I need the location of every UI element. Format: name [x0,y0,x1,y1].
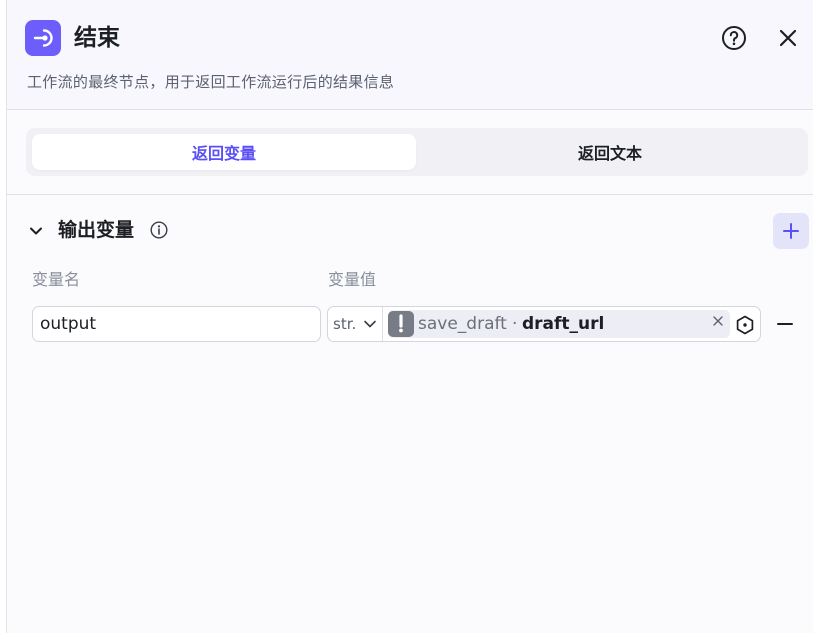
chevron-down-icon [364,320,376,328]
variable-value-field: str. save_draft · draft_url [327,306,761,342]
section-title: 输出变量 [58,219,135,241]
type-select[interactable]: str. [328,307,383,341]
node-title: 结束 [74,25,120,51]
variable-reference-tag[interactable]: save_draft · draft_url [388,310,730,338]
panel-header: 结束 工作流的最终节点，用于返回工作流运行后的结果信息 [7,0,813,110]
question-circle-icon[interactable] [721,25,747,51]
end-node-panel: 结束 工作流的最终节点，用于返回工作流运行后的结果信息 返回变量 返回文本 输出… [6,0,813,633]
section-divider [7,194,813,195]
node-description: 工作流的最终节点，用于返回工作流运行后的结果信息 [27,73,395,91]
column-label-value: 变量值 [328,270,377,289]
minus-icon[interactable] [775,314,795,334]
add-variable-button[interactable] [773,213,809,249]
reference-node-name: save_draft [418,314,507,334]
end-node-icon [25,20,61,56]
reference-field-name: draft_url [522,314,605,334]
info-icon[interactable] [149,220,169,240]
column-label-name: 变量名 [32,270,81,289]
type-select-value: str. [333,315,357,333]
reference-separator: · [512,314,518,334]
variable-name-input[interactable] [32,306,321,342]
exclamation-icon [388,311,414,337]
tab-return-variables[interactable]: 返回变量 [32,134,416,170]
chevron-down-icon[interactable] [27,222,45,240]
return-mode-tabs: 返回变量 返回文本 [26,128,808,176]
close-icon[interactable] [775,25,801,51]
clear-x-icon[interactable] [711,314,725,328]
plus-icon [783,223,799,239]
tab-return-text[interactable]: 返回文本 [418,134,802,170]
variable-picker-icon[interactable] [734,314,756,336]
